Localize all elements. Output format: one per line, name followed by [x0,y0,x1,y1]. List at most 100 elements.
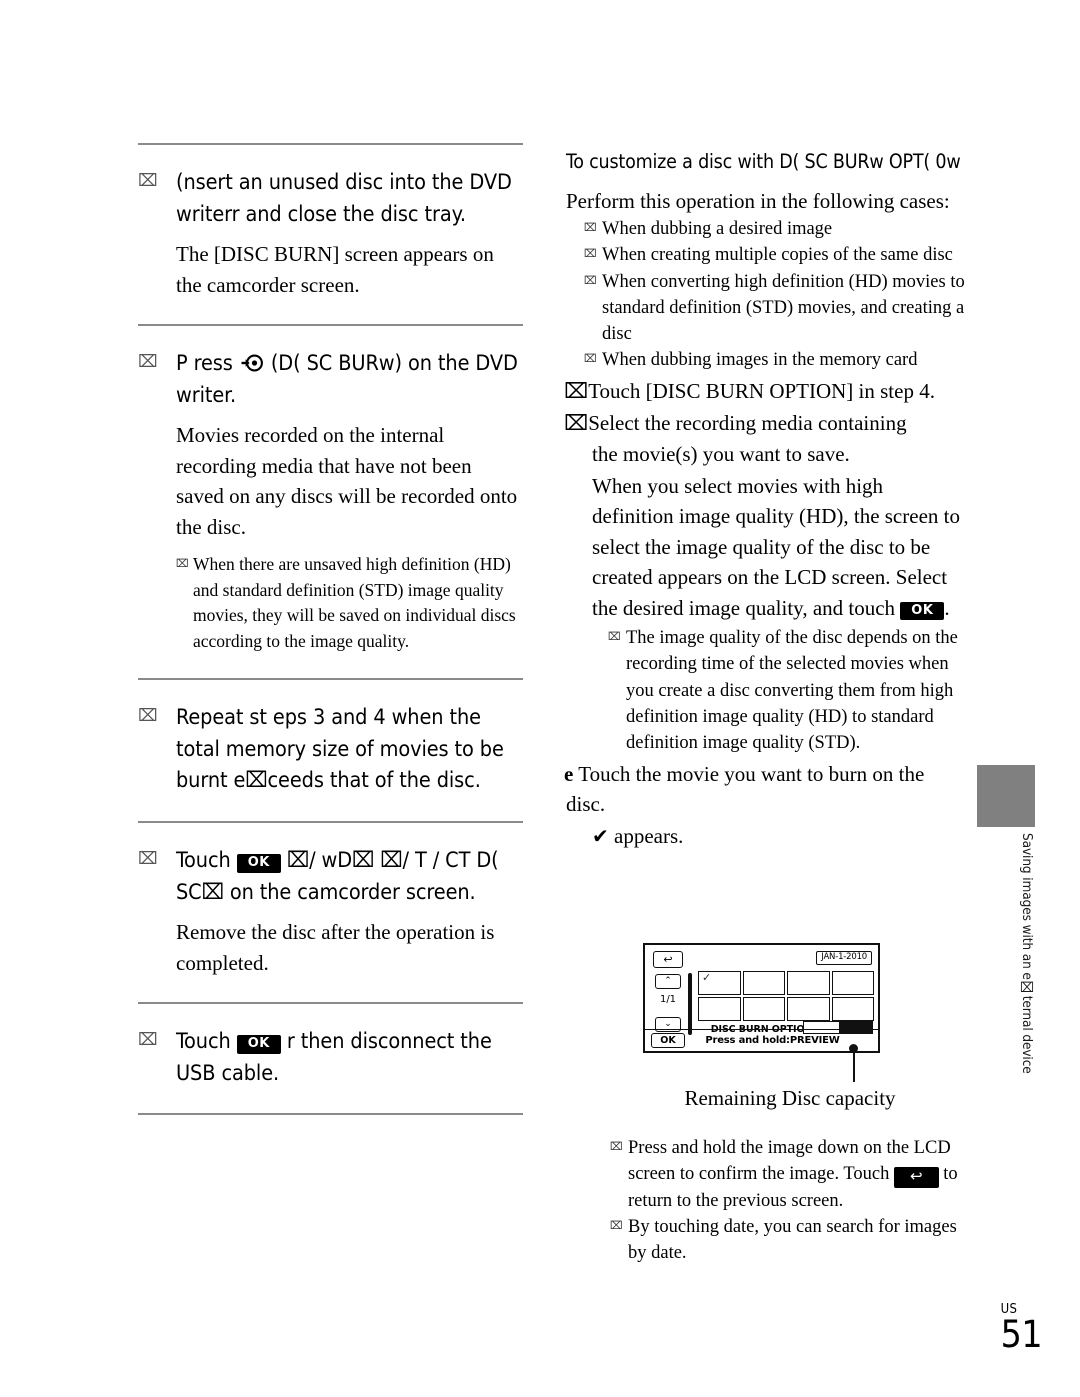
figure-caption: Remaining Disc capacity [684,1086,896,1110]
page-number: US 51 [1000,1303,1043,1357]
disc-burn-icon [241,352,263,374]
note-item: ⌧ When there are unsaved high definition… [176,552,523,654]
note-bullet-icon: ⌧ [610,1218,623,1232]
step-heading: (nsert an unused disc into the DVD write… [176,170,512,227]
lcd-thumbnail[interactable] [698,997,741,1021]
lcd-scroll-up-button[interactable]: ⌃ [655,974,681,989]
lcd-preview-hint: Press and hold:PREVIEW [705,1035,840,1046]
step-body: P ress (D( SC BURw) on the DVD writer. M… [176,348,523,654]
step-heading: Touch OK ⌧/ wD⌧ ⌧/ T / CT D( SC⌧ on the … [176,845,523,908]
note-item: ⌧ By touching date, you can search for i… [610,1214,970,1267]
left-column: ⌧ (nsert an unused disc into the DVD wri… [138,143,523,1116]
step-number-marker: ⌧ [138,848,158,869]
note-item: ⌧ Press and hold the image down on the L… [610,1135,970,1214]
note-bullet-icon: ⌧ [584,221,597,235]
note-list: ⌧ When there are unsaved high definition… [176,552,523,654]
note-text: When converting high definition (HD) mov… [602,271,965,345]
step-description: Remove the disc after the operation is c… [176,920,495,975]
lcd-date-badge[interactable]: JAN-1-2010 [816,951,872,965]
note-text: Press and hold the image down on the LCD… [628,1135,970,1214]
note-item: ⌧ When creating multiple copies of the s… [566,242,966,268]
lcd-page-indicator: 1/1 [659,994,677,1005]
step-heading: P ress (D( SC BURw) on the DVD writer. [176,348,523,411]
step-touch-ok-camcorder: ⌧ Touch OK ⌧/ wD⌧ ⌧/ T / CT D( SC⌧ on th… [138,845,523,978]
step-marker-e: e [564,761,574,786]
note-bullet-icon: ⌧ [608,630,621,644]
step-touch-movie: e Touch the movie you want to burn on th… [564,759,966,820]
manual-page: ⌧ (nsert an unused disc into the DVD wri… [0,0,1080,1397]
check-icon: ✔ [592,824,609,849]
lcd-thumbnail[interactable] [787,971,830,995]
step-number-marker: ⌧ [138,1030,158,1051]
note-bullet-icon: ⌧ [584,273,597,287]
section-divider [138,1002,523,1005]
check-icon: ✓ [702,971,712,984]
step-description: The [DISC BURN] screen appears on the ca… [176,242,494,297]
step-description: Movies recorded on the internal recordin… [176,423,518,539]
step-repeat-steps: ⌧ Repeat st eps 3 and 4 when the total m… [138,702,523,797]
select-quality-paragraph: When you select movies with high definit… [566,471,966,623]
lcd-back-button[interactable]: ↩ [653,951,683,968]
note-text: The image quality of the disc depends on… [626,628,958,754]
step-press-disc-burn: ⌧ P ress (D( SC BURw) on the DVD writer. [138,348,523,654]
step-select-recording-media: ⌧Select the recording media containing [564,411,907,436]
note-text: When there are unsaved high definition (… [193,554,516,651]
step-number-marker: ⌧ [138,352,158,373]
section-divider [138,324,523,327]
note-text: By touching date, you can search for ima… [628,1216,957,1264]
step-body: Repeat st eps 3 and 4 when the total mem… [176,702,523,797]
step-number-marker: ⌧ [138,171,158,191]
lcd-thumbnail[interactable] [787,997,830,1021]
step-insert-disc: ⌧ (nsert an unused disc into the DVD wri… [138,167,523,300]
lcd-thumbnail[interactable] [831,971,874,995]
lcd-ok-button[interactable]: OK [651,1033,685,1048]
lcd-thumbnail[interactable] [742,971,785,995]
side-tab-label: Saving images with an e⌧ternal device [1019,833,1035,1074]
step-heading-pre: Touch [176,847,231,873]
note-item-quality: ⌧ The image quality of the disc depends … [566,625,966,756]
lcd-screen: ↩ JAN-1-2010 ⌃ 1/1 ⌄ ✓ DISC BURN OPTION [643,943,880,1053]
side-tab-block [977,765,1035,827]
section-divider [138,678,523,681]
note-item: ⌧ When converting high definition (HD) m… [566,269,966,348]
right-column: To customize a disc with D( SC BURw OPT(… [564,148,966,852]
step-body: (nsert an unused disc into the DVD write… [176,167,523,300]
step-touch-movie-text: Touch the movie you want to burn on the … [566,761,925,816]
step-body: Touch OK ⌧/ wD⌧ ⌧/ T / CT D( SC⌧ on the … [176,845,523,978]
note-item: ⌧ When dubbing images in the memory card [566,347,966,373]
lcd-screen-figure: ↩ JAN-1-2010 ⌃ 1/1 ⌄ ✓ DISC BURN OPTION [643,943,880,1053]
appears-text: appears. [614,824,684,849]
bottom-note-list: ⌧ Press and hold the image down on the L… [610,1135,970,1266]
lcd-thumbnail[interactable] [742,997,785,1021]
ok-button-glyph: OK [236,1035,281,1054]
step-touch-disc-burn-option: ⌧Touch [DISC BURN OPTION] in step 4. [564,378,935,403]
step-heading: Touch OK r then disconnect the USB cable… [176,1026,523,1089]
section-divider [138,143,523,145]
ok-button-glyph: OK [236,853,281,873]
note-text: When dubbing images in the memory card [602,350,918,371]
page-number-value: 51 [1000,1313,1043,1357]
back-button-glyph: ↩ [894,1167,939,1188]
appears-line: ✔ appears. [566,821,966,851]
caption-leader-line [853,1048,855,1082]
step-body: Touch OK r then disconnect the USB cable… [176,1026,523,1089]
lcd-thumbnail[interactable] [831,997,874,1021]
lcd-thumbnail-selected[interactable]: ✓ [698,971,741,995]
note-text: When dubbing a desired image [602,219,833,240]
intro-paragraph: Perform this operation in the following … [566,188,950,213]
note-bullet-icon: ⌧ [610,1140,623,1153]
select-quality-period: . [944,595,950,620]
step-touch-ok-disconnect: ⌧ Touch OK r then disconnect the USB cab… [138,1026,523,1089]
note-bullet-icon: ⌧ [584,352,597,366]
section-heading: To customize a disc with D( SC BURw OPT(… [566,150,961,173]
lcd-bottom-bar: OK Press and hold:PREVIEW [645,1029,878,1051]
note-bullet-icon: ⌧ [584,247,597,261]
note-item: ⌧ When dubbing a desired image [566,216,966,242]
ok-button-glyph: OK [900,601,945,621]
section-divider [138,820,523,823]
section-divider [138,1113,523,1116]
step-heading: Repeat st eps 3 and 4 when the total mem… [176,705,504,794]
case-note-list: ⌧ When dubbing a desired image ⌧ When cr… [566,216,966,374]
step-number-marker: ⌧ [138,706,158,727]
step-heading-pre: P ress [176,351,233,377]
